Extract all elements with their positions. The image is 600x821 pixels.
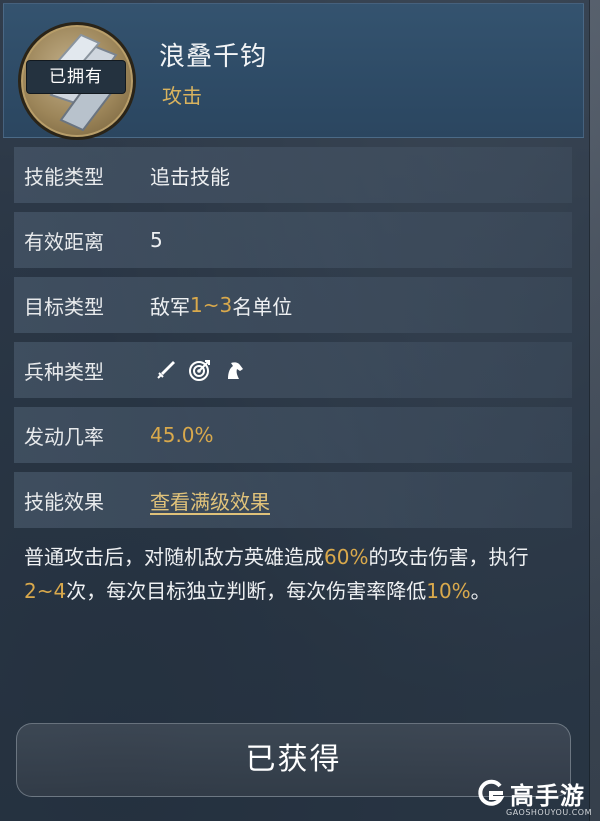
watermark-logo-icon: [476, 778, 506, 808]
row-troop-type: 兵种类型: [14, 342, 572, 398]
view-max-level-effect-link[interactable]: 查看满级效果: [150, 486, 270, 515]
watermark-text: 高手游: [510, 782, 585, 810]
skill-attributes: 技能类型 追击技能 有效距离 5 目标类型 敌军 1~3 名单位 兵种类型 发动…: [14, 147, 572, 537]
target-count: 1~3: [190, 293, 233, 317]
horse-icon: [222, 358, 246, 382]
skill-name: 浪叠千钧: [159, 42, 268, 72]
row-target-type: 目标类型 敌军 1~3 名单位: [14, 277, 572, 333]
row-skill-type: 技能类型 追击技能: [14, 147, 572, 203]
owned-badge: 已拥有: [26, 60, 126, 94]
row-trigger-rate: 发动几率 45.0%: [14, 407, 572, 463]
troop-icons: [154, 358, 246, 382]
row-effective-range: 有效距离 5: [14, 212, 572, 268]
hit-count: 2~4: [24, 579, 67, 603]
bow-target-icon: [188, 358, 212, 382]
target-prefix: 敌军: [150, 294, 190, 319]
damage-reduction: 10%: [426, 579, 471, 603]
row-value: 敌军 1~3 名单位: [150, 291, 292, 320]
watermark-url: GAOSHOUYOU.COM: [506, 808, 593, 817]
target-suffix: 名单位: [232, 294, 293, 319]
row-label: 兵种类型: [24, 359, 104, 384]
row-label: 技能类型: [24, 164, 104, 189]
skill-panel: 已拥有 浪叠千钧 攻击 技能类型 追击技能 有效距离 5 目标类型 敌军 1~3 名…: [0, 0, 590, 821]
row-label: 技能效果: [24, 489, 104, 514]
row-value: 5: [150, 228, 163, 252]
row-label: 目标类型: [24, 294, 104, 319]
row-label: 有效距离: [24, 229, 104, 254]
trigger-rate-value: 45.0%: [150, 423, 214, 447]
skill-description: 普通攻击后，对随机敌方英雄造成60%的攻击伤害，执行2~4次，每次目标独立判断，…: [24, 545, 529, 603]
skill-header: 已拥有 浪叠千钧 攻击: [3, 3, 584, 140]
row-skill-effect: 技能效果 查看满级效果: [14, 472, 572, 528]
row-value: 追击技能: [150, 164, 230, 189]
damage-percent: 60%: [324, 545, 369, 569]
row-label: 发动几率: [24, 424, 104, 449]
skill-kind: 攻击: [162, 84, 202, 108]
sword-icon: [154, 358, 178, 382]
watermark: 高手游 GAOSHOUYOU.COM: [476, 776, 600, 821]
